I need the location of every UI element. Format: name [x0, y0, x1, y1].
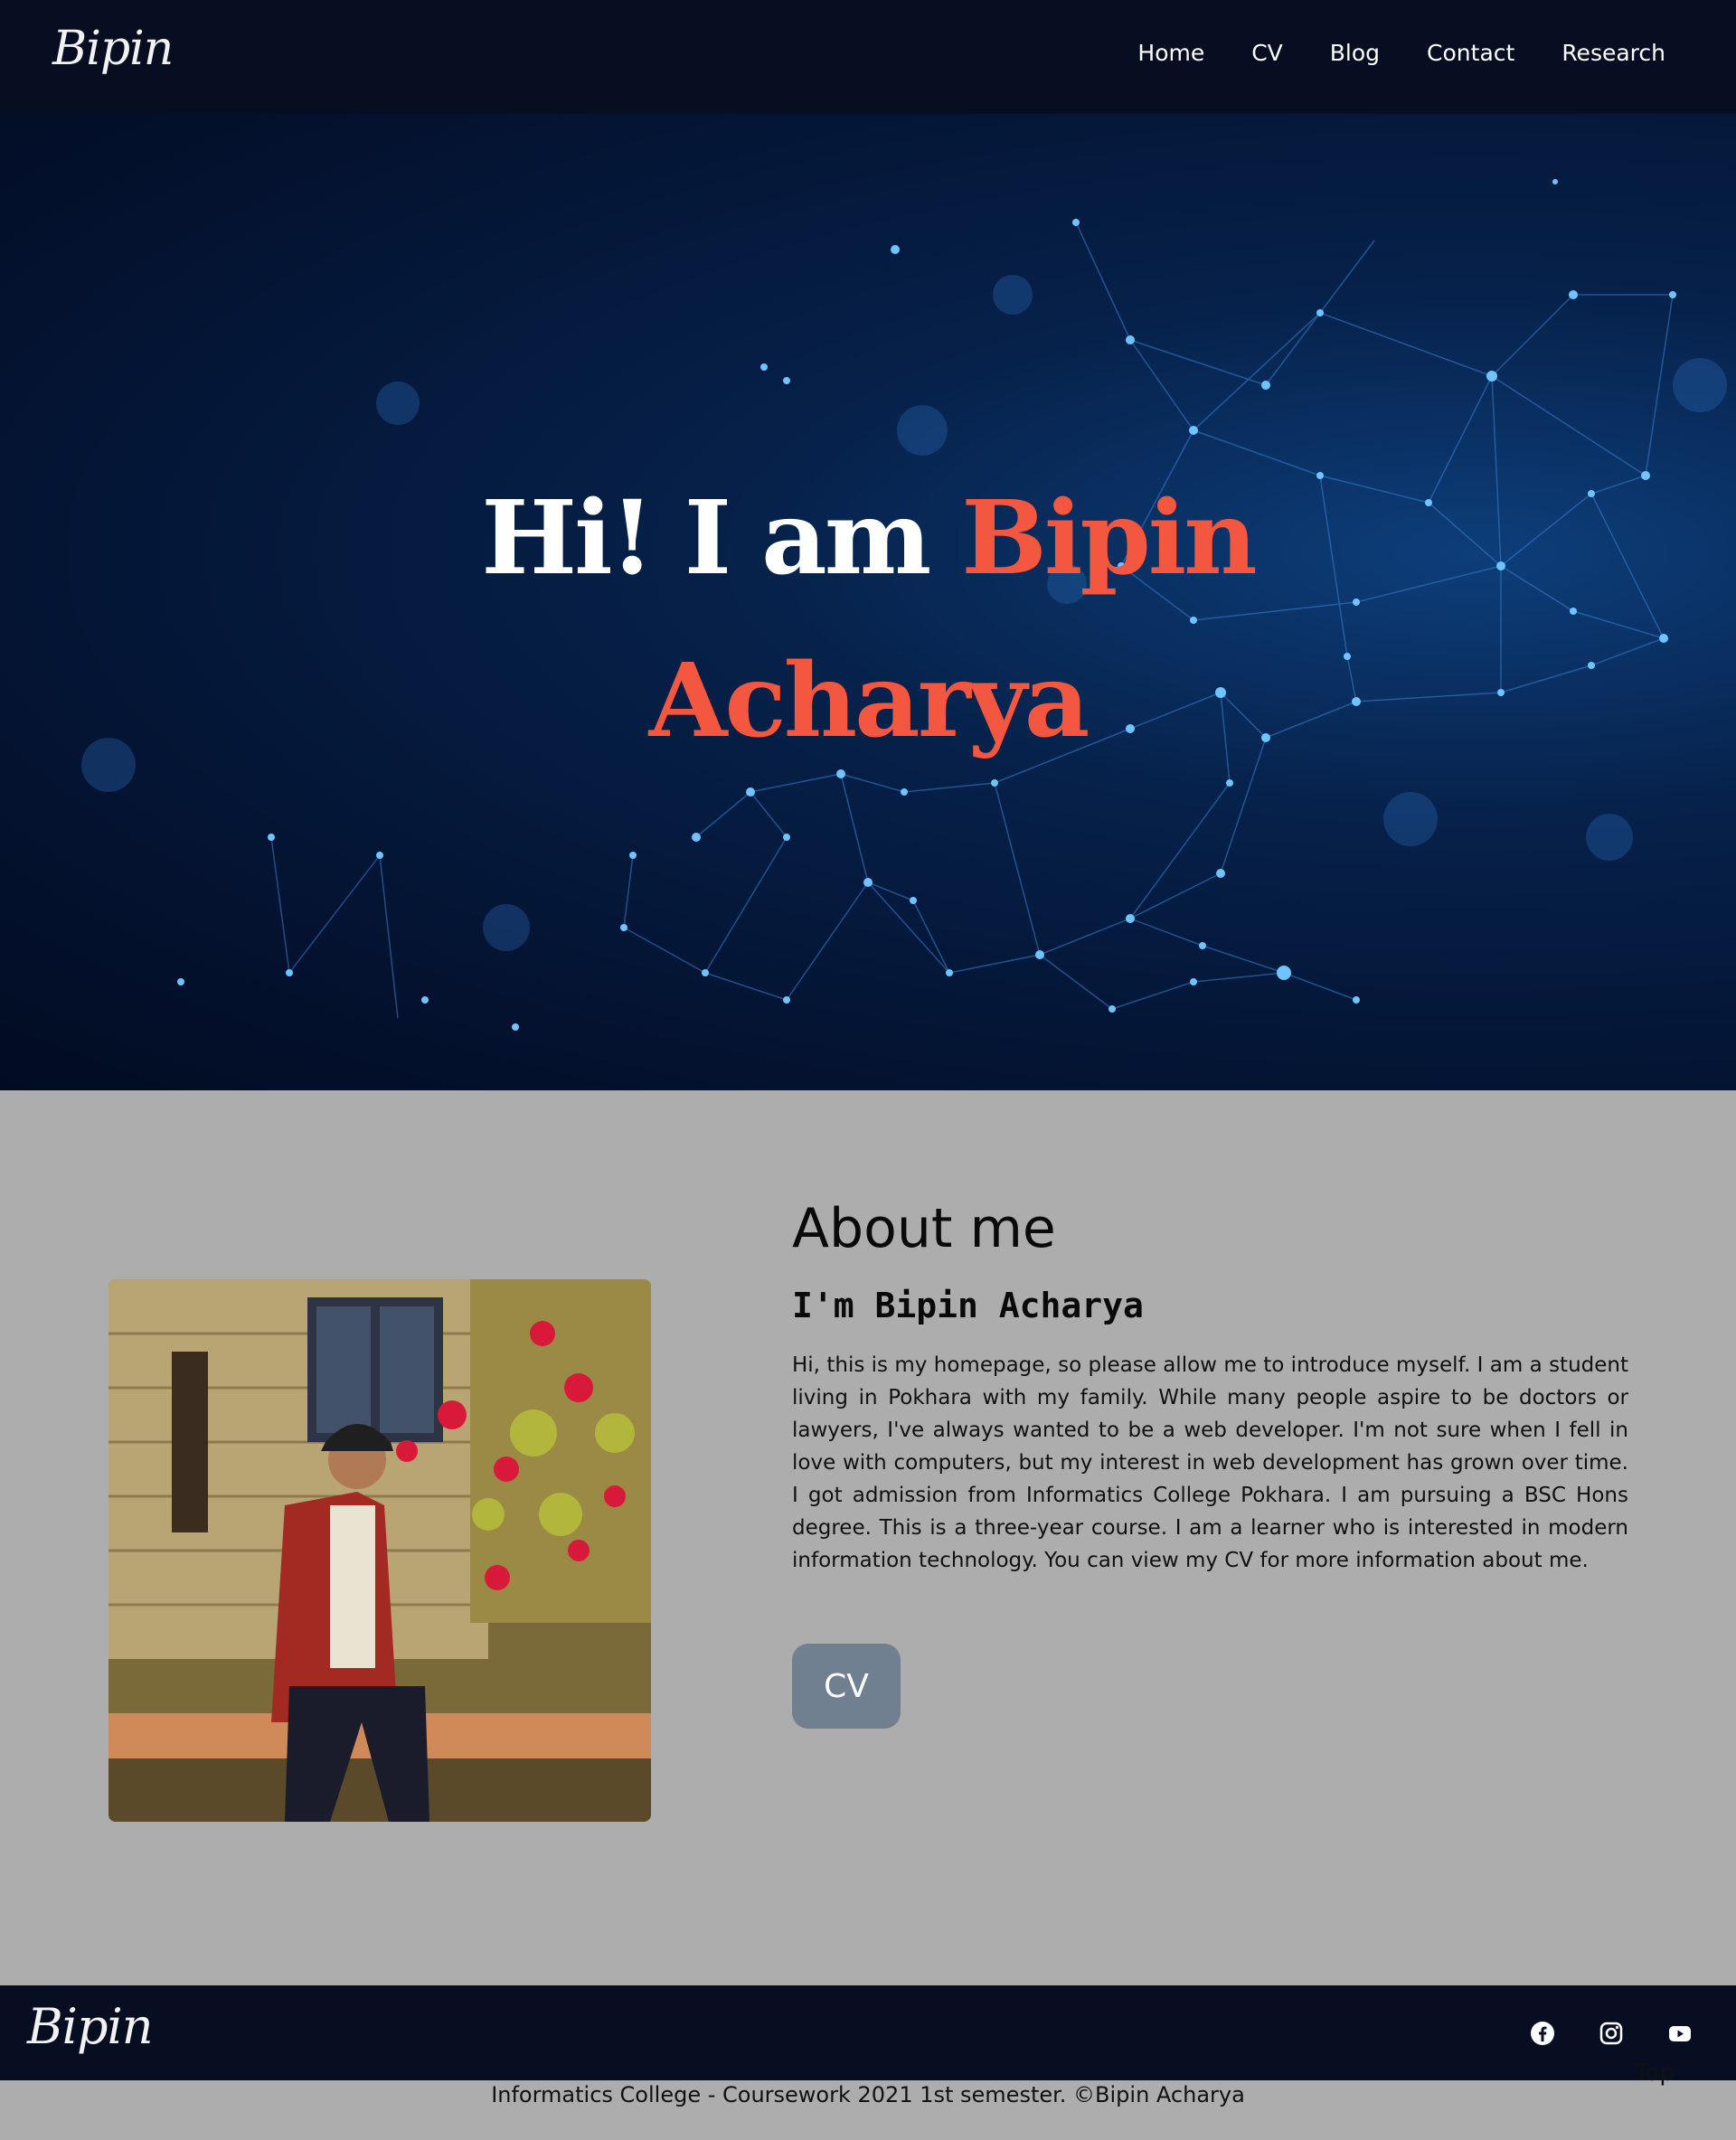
back-to-top-link[interactable]: Top — [1635, 2060, 1675, 2087]
about-heading: About me — [792, 1197, 1056, 1260]
hero-first-name: Bipin — [961, 479, 1257, 598]
hero-greeting: Hi! I am — [481, 479, 962, 598]
nav-menu: Home CV Blog Contact Research — [1137, 40, 1665, 66]
facebook-icon[interactable] — [1522, 2013, 1563, 2054]
about-paragraph: Hi, this is my homepage, so please allow… — [792, 1353, 1628, 1572]
nav-blog-link[interactable]: Blog — [1330, 40, 1380, 66]
hero-section: Hi! I am Bipin Acharya — [0, 114, 1736, 1090]
nav-research-link[interactable]: Research — [1561, 40, 1665, 66]
copyright-text: Informatics College - Coursework 2021 1s… — [491, 2082, 1245, 2107]
about-section: About me I'm Bipin Acharya Hi, this is m… — [0, 1090, 1736, 1985]
hero-heading: Hi! I am Bipin Acharya — [0, 457, 1736, 783]
site-logo[interactable]: Bipin — [52, 22, 174, 76]
cv-button[interactable]: CV — [792, 1644, 901, 1729]
nav-home-link[interactable]: Home — [1137, 40, 1204, 66]
profile-photo — [108, 1279, 651, 1822]
nav-contact-link[interactable]: Contact — [1427, 40, 1514, 66]
about-subheading: I'm Bipin Acharya — [792, 1286, 1144, 1325]
instagram-icon[interactable] — [1590, 2013, 1632, 2054]
hero-last-name: Acharya — [648, 642, 1090, 760]
nav-cv-link[interactable]: CV — [1251, 40, 1283, 66]
footer: Bipin — [0, 1985, 1736, 2080]
about-content: About me I'm Bipin Acharya Hi, this is m… — [792, 1197, 1628, 1577]
footer-logo[interactable]: Bipin — [27, 1998, 154, 2055]
navbar: Bipin Home CV Blog Contact Research — [0, 0, 1736, 114]
youtube-icon[interactable] — [1659, 2013, 1701, 2054]
